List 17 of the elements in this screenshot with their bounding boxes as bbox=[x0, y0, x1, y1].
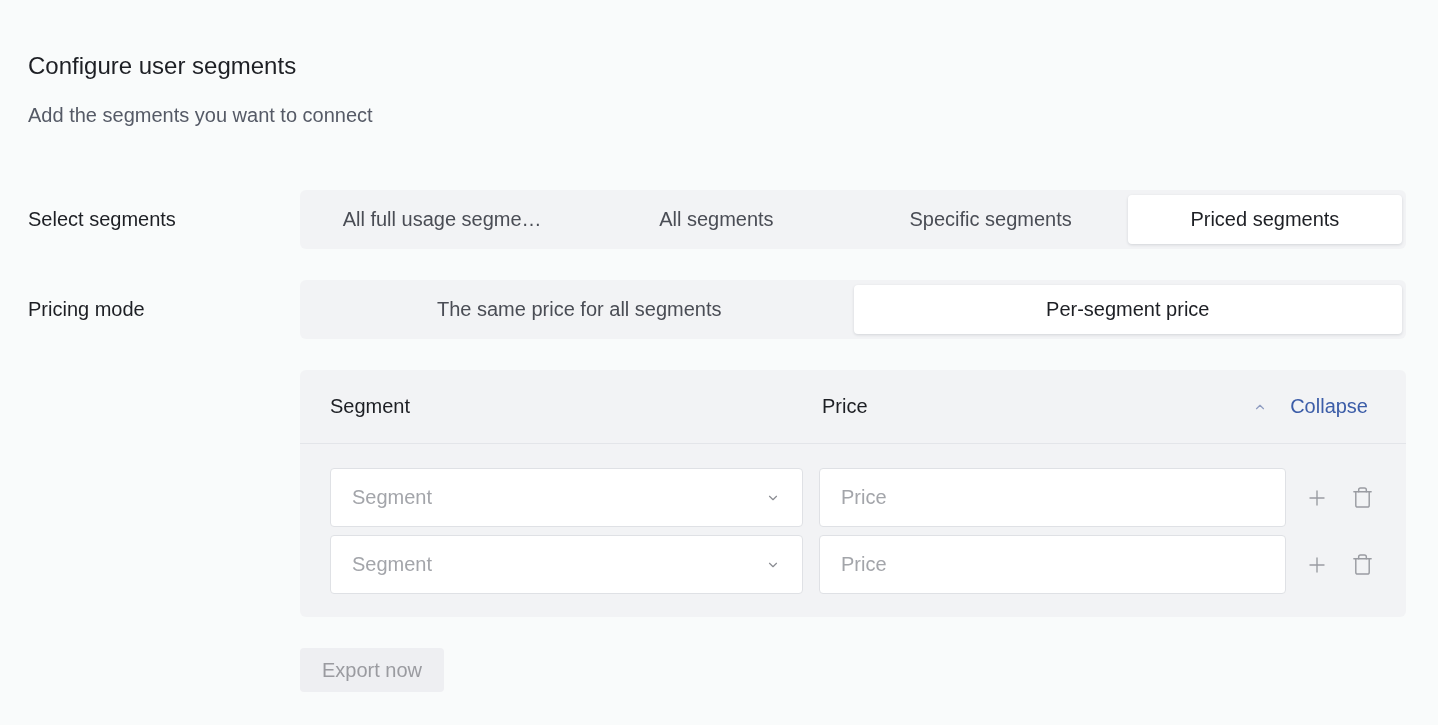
trash-icon[interactable] bbox=[1351, 486, 1374, 509]
segment-tab[interactable]: All segments bbox=[579, 195, 854, 244]
column-header: Price bbox=[822, 395, 868, 418]
field-label: Select segments bbox=[28, 208, 176, 231]
segment-tab[interactable]: Priced segments bbox=[1127, 195, 1402, 244]
collapse-link[interactable]: Collapse bbox=[1253, 395, 1368, 418]
trash-icon[interactable] bbox=[1351, 553, 1374, 576]
price-input[interactable]: Price bbox=[819, 535, 1286, 594]
segment-tab[interactable]: Per-segment price bbox=[853, 285, 1402, 334]
page-title: Configure user segments bbox=[28, 51, 297, 81]
column-header: Segment bbox=[330, 395, 411, 418]
field-label: Pricing mode bbox=[28, 298, 145, 321]
page-subtitle: Add the segments you want to connect bbox=[28, 103, 373, 128]
price-input[interactable]: Price bbox=[819, 468, 1286, 527]
segment-tab[interactable]: All full usage segme… bbox=[305, 195, 580, 244]
segment-tab[interactable]: Specific segments bbox=[853, 195, 1128, 244]
segment-tab[interactable]: The same price for all segments bbox=[305, 285, 854, 334]
